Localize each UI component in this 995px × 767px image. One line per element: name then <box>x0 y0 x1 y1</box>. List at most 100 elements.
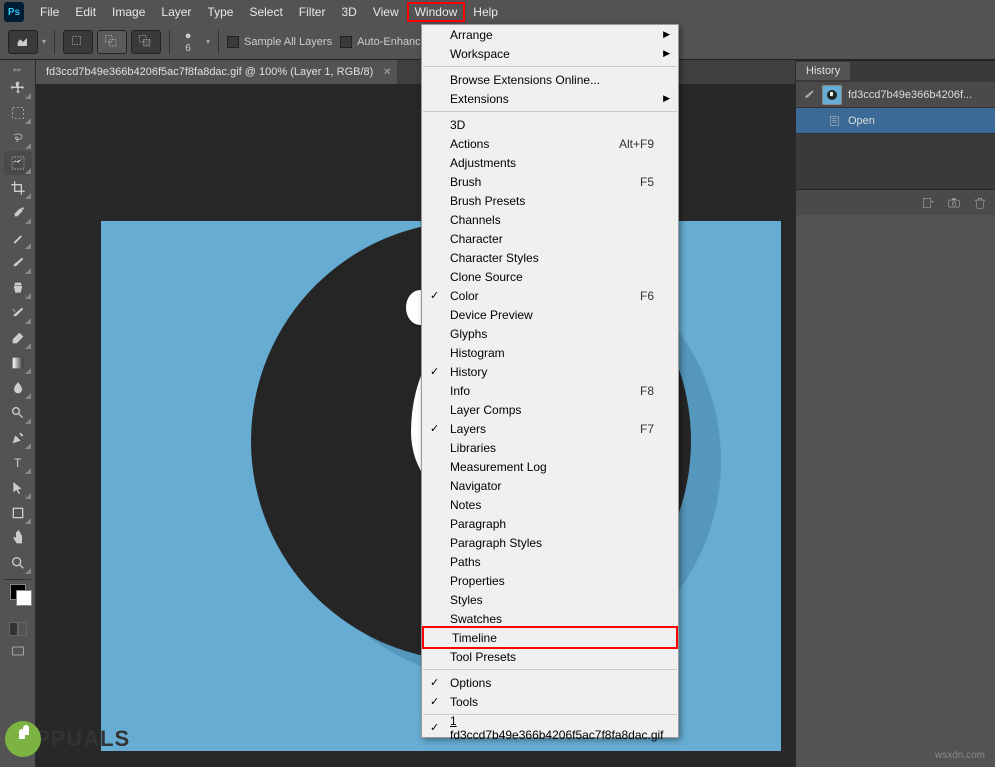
lasso-tool-icon[interactable] <box>4 126 32 150</box>
menu-view[interactable]: View <box>365 2 407 22</box>
crop-tool-icon[interactable] <box>4 176 32 200</box>
menu-3d[interactable]: 3D <box>333 2 364 22</box>
menu-item-measurement-log[interactable]: Measurement Log <box>422 457 678 476</box>
menu-file[interactable]: File <box>32 2 67 22</box>
pen-tool-icon[interactable] <box>4 426 32 450</box>
menu-item-brush[interactable]: BrushF5 <box>422 172 678 191</box>
menu-item-label: Libraries <box>450 441 496 455</box>
menu-item-channels[interactable]: Channels <box>422 210 678 229</box>
collapse-icon[interactable]: ▸▸ <box>4 63 32 75</box>
brush-size-picker[interactable]: ● 6 <box>178 29 198 54</box>
dodge-tool-icon[interactable] <box>4 401 32 425</box>
menu-item-browse-extensions-online-[interactable]: Browse Extensions Online... <box>422 70 678 89</box>
new-snapshot-icon[interactable] <box>947 196 961 210</box>
menu-item-paragraph[interactable]: Paragraph <box>422 514 678 533</box>
close-tab-icon[interactable]: ✕ <box>383 67 391 78</box>
brush-tool-icon[interactable] <box>4 251 32 275</box>
menu-item-label: Clone Source <box>450 270 523 284</box>
menu-item-adjustments[interactable]: Adjustments <box>422 153 678 172</box>
menu-help[interactable]: Help <box>465 2 506 22</box>
menu-select[interactable]: Select <box>241 2 290 22</box>
marquee-tool-icon[interactable] <box>4 101 32 125</box>
history-panel-footer <box>796 189 995 215</box>
menu-edit[interactable]: Edit <box>67 2 104 22</box>
menu-item-label: Options <box>450 676 491 690</box>
quickmask-toggle[interactable] <box>9 622 27 636</box>
window-menu-dropdown: Arrange▶Workspace▶ Browse Extensions Onli… <box>421 24 679 738</box>
delete-state-icon[interactable] <box>973 196 987 210</box>
menu-item-libraries[interactable]: Libraries <box>422 438 678 457</box>
quick-select-tool-preset[interactable]: ▾ <box>8 30 46 54</box>
new-document-from-state-icon[interactable] <box>921 196 935 210</box>
menu-item-glyphs[interactable]: Glyphs <box>422 324 678 343</box>
zoom-tool-icon[interactable] <box>4 551 32 575</box>
menu-item-fd3ccd7b49e366b4206f5ac7f8fa8dac-gif[interactable]: ✓1 fd3ccd7b49e366b4206f5ac7f8fa8dac.gif <box>422 718 678 737</box>
gradient-tool-icon[interactable] <box>4 351 32 375</box>
menu-item-brush-presets[interactable]: Brush Presets <box>422 191 678 210</box>
menu-item-histogram[interactable]: Histogram <box>422 343 678 362</box>
menu-item-options[interactable]: ✓ Options <box>422 673 678 692</box>
menu-item-history[interactable]: ✓History <box>422 362 678 381</box>
menu-item-clone-source[interactable]: Clone Source <box>422 267 678 286</box>
screen-mode-icon[interactable] <box>4 639 32 663</box>
path-select-tool-icon[interactable] <box>4 476 32 500</box>
shape-tool-icon[interactable] <box>4 501 32 525</box>
menu-item-styles[interactable]: Styles <box>422 590 678 609</box>
menu-item-notes[interactable]: Notes <box>422 495 678 514</box>
photoshop-logo-icon[interactable]: Ps <box>4 2 24 22</box>
history-panel-tab[interactable]: History <box>796 60 995 82</box>
quick-select-tool-icon[interactable] <box>4 151 32 175</box>
menu-item-extensions[interactable]: Extensions▶ <box>422 89 678 108</box>
history-state-row[interactable]: Open <box>796 108 995 134</box>
menu-item-timeline[interactable]: Timeline <box>422 626 678 649</box>
auto-enhance-checkbox[interactable]: Auto-Enhance <box>340 36 427 48</box>
check-icon: ✓ <box>430 676 439 689</box>
background-color-swatch[interactable] <box>16 590 32 606</box>
menu-type[interactable]: Type <box>199 2 241 22</box>
menu-filter[interactable]: Filter <box>291 2 334 22</box>
menu-item-label: Timeline <box>452 631 497 645</box>
menu-item-character[interactable]: Character <box>422 229 678 248</box>
menu-item-label: History <box>450 365 487 379</box>
color-swatches[interactable] <box>0 584 35 614</box>
menu-item-label: Paragraph <box>450 517 506 531</box>
eraser-tool-icon[interactable] <box>4 326 32 350</box>
menu-item-tool-presets[interactable]: Tool Presets <box>422 647 678 666</box>
history-brush-tool-icon[interactable] <box>4 301 32 325</box>
menu-item-tools[interactable]: ✓Tools <box>422 692 678 711</box>
document-tab[interactable]: fd3ccd7b49e366b4206f5ac7f8fa8dac.gif @ 1… <box>36 60 397 84</box>
menu-item-workspace[interactable]: Workspace▶ <box>422 44 678 63</box>
blur-tool-icon[interactable] <box>4 376 32 400</box>
healing-brush-tool-icon[interactable] <box>4 226 32 250</box>
menu-item-color[interactable]: ✓ColorF6 <box>422 286 678 305</box>
menu-item-label: Channels <box>450 213 501 227</box>
menu-layer[interactable]: Layer <box>153 2 199 22</box>
eyedropper-tool-icon[interactable] <box>4 201 32 225</box>
menu-image[interactable]: Image <box>104 2 153 22</box>
menu-item-device-preview[interactable]: Device Preview <box>422 305 678 324</box>
menu-item-label: Swatches <box>450 612 502 626</box>
menu-item-paragraph-styles[interactable]: Paragraph Styles <box>422 533 678 552</box>
move-tool-icon[interactable] <box>4 76 32 100</box>
submenu-arrow-icon: ▶ <box>663 93 670 104</box>
history-snapshot-row[interactable]: fd3ccd7b49e366b4206f... <box>796 82 995 108</box>
clone-stamp-tool-icon[interactable] <box>4 276 32 300</box>
canvas[interactable] <box>36 84 795 767</box>
type-tool-icon[interactable]: T <box>4 451 32 475</box>
menu-item-actions[interactable]: ActionsAlt+F9 <box>422 134 678 153</box>
menu-item-layer-comps[interactable]: Layer Comps <box>422 400 678 419</box>
menu-item-character-styles[interactable]: Character Styles <box>422 248 678 267</box>
menu-item-properties[interactable]: Properties <box>422 571 678 590</box>
menu-item-info[interactable]: InfoF8 <box>422 381 678 400</box>
menu-item-arrange[interactable]: Arrange▶ <box>422 25 678 44</box>
menu-item-label: 3D <box>450 118 465 132</box>
menu-item-layers[interactable]: ✓LayersF7 <box>422 419 678 438</box>
menu-window[interactable]: Window <box>407 2 466 22</box>
hand-tool-icon[interactable] <box>4 526 32 550</box>
menu-item-3d[interactable]: 3D <box>422 115 678 134</box>
sample-all-layers-checkbox[interactable]: Sample All Layers <box>227 36 332 48</box>
check-icon: ✓ <box>430 422 439 435</box>
selection-mode-buttons[interactable] <box>63 30 161 54</box>
menu-item-paths[interactable]: Paths <box>422 552 678 571</box>
menu-item-navigator[interactable]: Navigator <box>422 476 678 495</box>
